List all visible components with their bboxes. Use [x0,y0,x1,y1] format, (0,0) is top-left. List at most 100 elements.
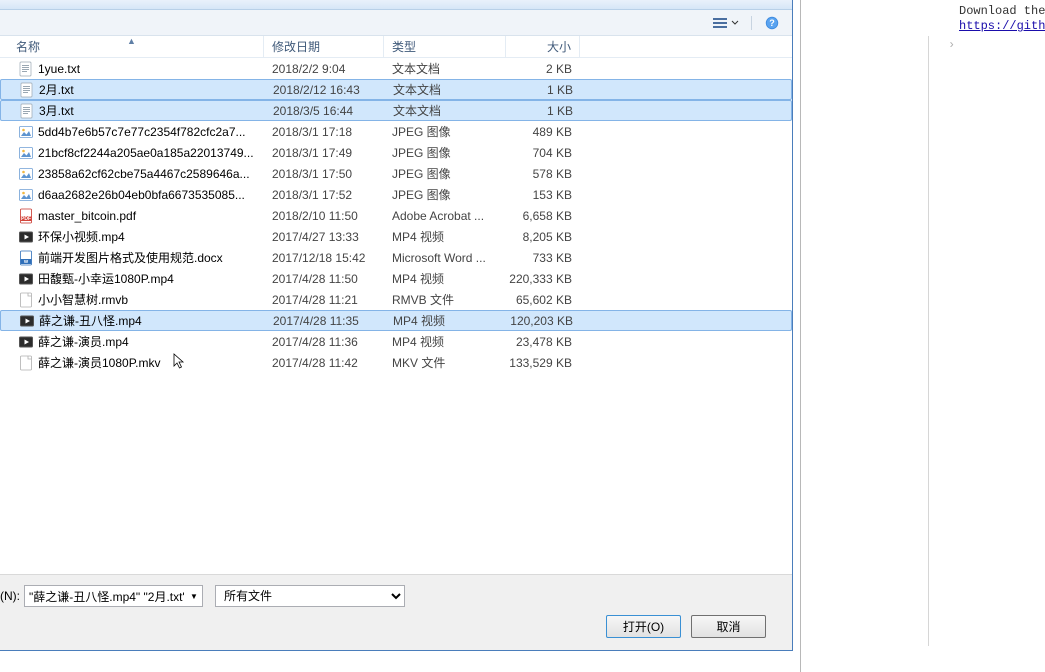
file-name-text: master_bitcoin.pdf [38,209,136,223]
file-name-cell: 3月.txt [1,102,265,119]
column-header-type[interactable]: 类型 [384,36,506,57]
file-date-cell: 2017/4/28 11:36 [264,335,384,349]
file-type-cell: MP4 视频 [384,270,506,287]
file-row[interactable]: 小小智慧树.rmvb2017/4/28 11:21RMVB 文件65,602 K… [0,289,792,310]
file-name-cell: 小小智慧树.rmvb [0,291,264,308]
separator [751,16,752,30]
file-name-text: 2月.txt [39,81,74,98]
file-row[interactable]: 环保小视频.mp42017/4/27 13:33MP4 视频8,205 KB [0,226,792,247]
file-size-cell: 2 KB [506,62,580,76]
file-row[interactable]: 薛之谦-演员.mp42017/4/28 11:36MP4 视频23,478 KB [0,331,792,352]
column-header-type-label: 类型 [392,38,416,55]
file-list-view: 名称 ▲ 修改日期 类型 大小 1yue.txt2018/2/2 9:04文本文… [0,36,792,574]
file-row[interactable]: 1yue.txt2018/2/2 9:04文本文档2 KB [0,58,792,79]
file-type-filter[interactable]: 所有文件 [215,585,405,607]
help-icon: ? [764,15,780,31]
file-name-text: 环保小视频.mp4 [38,228,125,245]
file-date-cell: 2018/3/1 17:50 [264,167,384,181]
vid-file-icon [18,229,34,245]
file-type-cell: MP4 视频 [384,333,506,350]
doc-file-icon [18,250,34,266]
file-list[interactable]: 1yue.txt2018/2/2 9:04文本文档2 KB2月.txt2018/… [0,58,792,574]
file-date-cell: 2017/4/28 11:21 [264,293,384,307]
file-date-cell: 2018/3/1 17:49 [264,146,384,160]
view-mode-button[interactable] [708,14,743,32]
vid-file-icon [18,334,34,350]
background-divider [800,0,801,672]
file-row[interactable]: 前端开发图片格式及使用规范.docx2017/12/18 15:42Micros… [0,247,792,268]
column-header-name-label: 名称 [16,38,40,55]
file-row[interactable]: d6aa2682e26b04eb0bfa6673535085...2018/3/… [0,184,792,205]
file-row[interactable]: 5dd4b7e6b57c7e77c2354f782cfc2a7...2018/3… [0,121,792,142]
txt-file-icon [19,103,35,119]
file-date-cell: 2017/4/28 11:50 [264,272,384,286]
cancel-button[interactable]: 取消 [691,615,766,638]
file-name-cell: 薛之谦-演员.mp4 [0,333,264,350]
file-name-cell: d6aa2682e26b04eb0bfa6673535085... [0,187,264,203]
pdf-file-icon [18,208,34,224]
file-size-cell: 23,478 KB [506,335,580,349]
file-row[interactable]: 田馥甄-小幸运1080P.mp42017/4/28 11:50MP4 视频220… [0,268,792,289]
file-size-cell: 578 KB [506,167,580,181]
file-name-text: d6aa2682e26b04eb0bfa6673535085... [38,188,245,202]
file-date-cell: 2017/4/28 11:42 [264,356,384,370]
file-size-cell: 65,602 KB [506,293,580,307]
file-name-cell: 5dd4b7e6b57c7e77c2354f782cfc2a7... [0,124,264,140]
img-file-icon [18,166,34,182]
file-name-cell: 田馥甄-小幸运1080P.mp4 [0,270,264,287]
file-type-cell: JPEG 图像 [384,123,506,140]
file-row[interactable]: 2月.txt2018/2/12 16:43文本文档1 KB [0,79,792,100]
column-header-date-label: 修改日期 [272,38,320,55]
file-size-cell: 1 KB [507,83,581,97]
column-header-size[interactable]: 大小 [506,36,580,57]
svg-text:?: ? [769,18,775,28]
file-name-cell: 环保小视频.mp4 [0,228,264,245]
file-name-text: 21bcf8cf2244a205ae0a185a22013749... [38,146,254,160]
file-name-text: 23858a62cf62cbe75a4467c2589646a... [38,167,250,181]
file-file-icon [18,292,34,308]
file-open-dialog: ? 名称 ▲ 修改日期 类型 大小 1yue.txt2018/2/2 9:04文… [0,0,793,651]
txt-file-icon [18,61,34,77]
filename-dropdown-icon[interactable]: ▼ [187,588,201,604]
file-name-cell: 薛之谦-丑八怪.mp4 [1,312,265,329]
file-row[interactable]: 薛之谦-演员1080P.mkv 2017/4/28 11:42MKV 文件133,… [0,352,792,373]
file-name-text: 前端开发图片格式及使用规范.docx [38,249,223,266]
file-row[interactable]: 3月.txt2018/3/5 16:44文本文档1 KB [0,100,792,121]
file-row[interactable]: master_bitcoin.pdf2018/2/10 11:50Adobe A… [0,205,792,226]
file-name-text: 薛之谦-演员1080P.mkv [38,354,160,371]
file-size-cell: 704 KB [506,146,580,160]
help-button[interactable]: ? [760,14,784,32]
column-header-name[interactable]: 名称 ▲ [0,36,264,57]
file-name-cell: 2月.txt [1,81,265,98]
file-type-cell: MKV 文件 [384,354,506,371]
file-row[interactable]: 23858a62cf62cbe75a4467c2589646a... 2018/3… [0,163,792,184]
file-name-text: 1yue.txt [38,62,80,76]
file-name-cell: 前端开发图片格式及使用规范.docx [0,249,264,266]
file-type-cell: JPEG 图像 [384,165,506,182]
file-row[interactable]: 21bcf8cf2244a205ae0a185a22013749... 2018/… [0,142,792,163]
file-type-cell: 文本文档 [385,102,507,119]
chevron-down-icon [731,19,739,27]
side-text-link[interactable]: https://githu [959,19,1045,33]
open-button[interactable]: 打开(O) [606,615,681,638]
gutter-arrow-icon: › [948,38,955,52]
file-type-cell: 文本文档 [384,60,506,77]
background-divider-2 [928,36,929,646]
file-type-cell: RMVB 文件 [384,291,506,308]
view-list-icon [712,15,728,31]
dialog-titlebar-strip [0,0,792,10]
file-date-cell: 2018/3/5 16:44 [265,104,385,118]
img-file-icon [18,145,34,161]
filename-input[interactable] [24,585,203,607]
column-header-date[interactable]: 修改日期 [264,36,384,57]
file-name-text: 3月.txt [39,102,74,119]
column-header-size-label: 大小 [547,38,571,55]
file-size-cell: 733 KB [506,251,580,265]
filename-label: (N): [0,589,24,603]
file-row[interactable]: 薛之谦-丑八怪.mp42017/4/28 11:35MP4 视频120,203 … [0,310,792,331]
file-name-cell: master_bitcoin.pdf [0,208,264,224]
file-name-text: 5dd4b7e6b57c7e77c2354f782cfc2a7... [38,125,246,139]
column-headers: 名称 ▲ 修改日期 类型 大小 [0,36,792,58]
file-size-cell: 133,529 KB [506,356,580,370]
file-name-text: 田馥甄-小幸运1080P.mp4 [38,270,174,287]
